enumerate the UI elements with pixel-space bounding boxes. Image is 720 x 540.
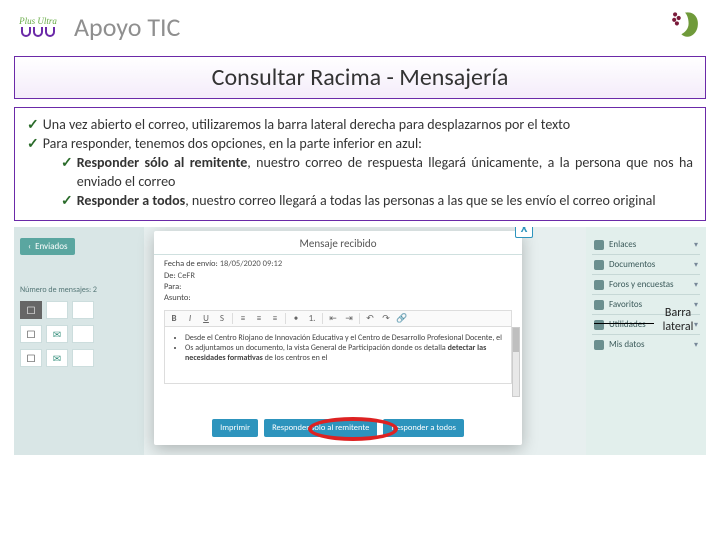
logo-plus-ultra-text: Plus Ultra bbox=[19, 17, 57, 25]
embedded-screenshot: ‹ Enviados Número de mensajes: 2 ☐ ☐ ✉ ☐… bbox=[14, 227, 706, 455]
logo-racima bbox=[664, 8, 706, 46]
logo-scrolls-icon bbox=[21, 27, 55, 37]
instructions-box: ✓ Una vez abierto el correo, utilizaremo… bbox=[14, 107, 706, 221]
editor-line: Os adjuntamos un documento, la vista Gen… bbox=[185, 343, 503, 364]
mail-icon: ✉ bbox=[46, 349, 68, 367]
message-count: Número de mensajes: 2 bbox=[20, 285, 138, 295]
underline-icon[interactable]: U bbox=[200, 313, 212, 324]
checkbox-cell[interactable]: ☐ bbox=[20, 349, 42, 367]
check-icon: ✓ bbox=[27, 135, 39, 154]
section-title: Consultar Racima - Mensajería bbox=[14, 56, 706, 99]
reply-bar: Imprimir Responder sólo al remitente Res… bbox=[154, 419, 522, 437]
editor-line: Desde el Centro Riojano de Innovación Ed… bbox=[185, 333, 503, 343]
back-button[interactable]: ‹ Enviados bbox=[20, 238, 75, 255]
forum-icon bbox=[594, 280, 604, 290]
back-button-label: Enviados bbox=[35, 241, 67, 252]
message-modal: X Mensaje recibido Fecha de envío: 18/05… bbox=[154, 231, 522, 445]
star-icon bbox=[594, 300, 604, 310]
bold-text: Responder a todos bbox=[77, 192, 186, 209]
table-cell bbox=[46, 301, 68, 319]
checkbox-cell[interactable]: ☐ bbox=[20, 325, 42, 343]
align-right-icon[interactable]: ≡ bbox=[269, 313, 281, 324]
table-row: ☐ ✉ bbox=[20, 349, 138, 367]
align-center-icon[interactable]: ≡ bbox=[253, 313, 265, 324]
modal-title: Mensaje recibido bbox=[154, 231, 522, 255]
left-sidebar: ‹ Enviados Número de mensajes: 2 ☐ ☐ ✉ ☐… bbox=[20, 235, 138, 367]
right-sidebar: Enlaces▾ Documentos▾ Foros y encuestas▾ … bbox=[592, 235, 700, 354]
logo-plus-ultra: Plus Ultra bbox=[14, 8, 62, 46]
bold-icon[interactable]: B bbox=[168, 313, 180, 324]
sidebar-item[interactable]: Foros y encuestas▾ bbox=[592, 274, 700, 294]
check-icon: ✓ bbox=[61, 192, 73, 211]
chevron-down-icon: ▾ bbox=[694, 340, 698, 350]
editor-toolbar: B I U S ≡ ≡ ≡ • 1. ⇤ ⇥ ↶ ↷ 🔗 bbox=[164, 310, 512, 326]
instruction-subline: Responder a todos, nuestro correo llegar… bbox=[77, 192, 656, 211]
instruction-line: Una vez abierto el correo, utilizaremos … bbox=[43, 116, 570, 135]
annotation-label: Barra lateral bbox=[650, 307, 706, 333]
document-icon bbox=[594, 260, 604, 270]
table-row: ☐ bbox=[20, 301, 138, 319]
instruction-line: Para responder, tenemos dos opciones, en… bbox=[43, 135, 422, 154]
redo-icon[interactable]: ↷ bbox=[380, 313, 392, 324]
slide-header: Plus Ultra Apoyo TIC bbox=[0, 0, 720, 52]
chevron-left-icon: ‹ bbox=[28, 241, 31, 252]
link-icon[interactable]: 🔗 bbox=[396, 313, 408, 324]
reply-sender-button[interactable]: Responder sólo al remitente bbox=[264, 419, 377, 437]
sidebar-item[interactable]: Enlaces▾ bbox=[592, 235, 700, 254]
strike-icon[interactable]: S bbox=[216, 313, 228, 324]
table-cell bbox=[72, 325, 94, 343]
message-body[interactable]: Desde el Centro Riojano de Innovación Ed… bbox=[164, 326, 512, 384]
checkbox-cell[interactable]: ☐ bbox=[20, 301, 42, 319]
scrollbar-thumb[interactable] bbox=[513, 328, 519, 352]
chevron-down-icon: ▾ bbox=[694, 240, 698, 250]
table-cell bbox=[72, 301, 94, 319]
sidebar-item[interactable]: Documentos▾ bbox=[592, 254, 700, 274]
check-icon: ✓ bbox=[27, 116, 39, 135]
modal-meta: Fecha de envío: 18/05/2020 09:12 De: CeF… bbox=[154, 255, 522, 307]
list-bullet-icon[interactable]: • bbox=[290, 313, 302, 324]
scrollbar-track[interactable] bbox=[512, 327, 520, 397]
bold-text: Responder sólo al remitente bbox=[77, 154, 248, 171]
indent-icon[interactable]: ⇥ bbox=[343, 313, 355, 324]
check-icon: ✓ bbox=[61, 154, 73, 192]
close-icon: X bbox=[521, 227, 528, 236]
print-button[interactable]: Imprimir bbox=[212, 419, 258, 437]
list-number-icon[interactable]: 1. bbox=[306, 313, 318, 324]
chevron-down-icon: ▾ bbox=[694, 280, 698, 290]
italic-icon[interactable]: I bbox=[184, 313, 196, 324]
undo-icon[interactable]: ↶ bbox=[364, 313, 376, 324]
tools-icon bbox=[594, 320, 604, 330]
user-icon bbox=[594, 340, 604, 350]
outdent-icon[interactable]: ⇤ bbox=[327, 313, 339, 324]
close-button[interactable]: X bbox=[515, 227, 533, 238]
table-row: ☐ ✉ bbox=[20, 325, 138, 343]
page-title: Apoyo TIC bbox=[74, 11, 652, 43]
grape-leaf-icon bbox=[666, 9, 704, 45]
link-icon bbox=[594, 240, 604, 250]
reply-all-button[interactable]: Responder a todos bbox=[383, 419, 464, 437]
instruction-subline: Responder sólo al remitente, nuestro cor… bbox=[77, 154, 693, 192]
align-left-icon[interactable]: ≡ bbox=[237, 313, 249, 324]
sidebar-item[interactable]: Mis datos▾ bbox=[592, 334, 700, 354]
table-cell bbox=[72, 349, 94, 367]
annotation-line bbox=[594, 323, 654, 324]
mail-icon: ✉ bbox=[46, 325, 68, 343]
chevron-down-icon: ▾ bbox=[694, 260, 698, 270]
